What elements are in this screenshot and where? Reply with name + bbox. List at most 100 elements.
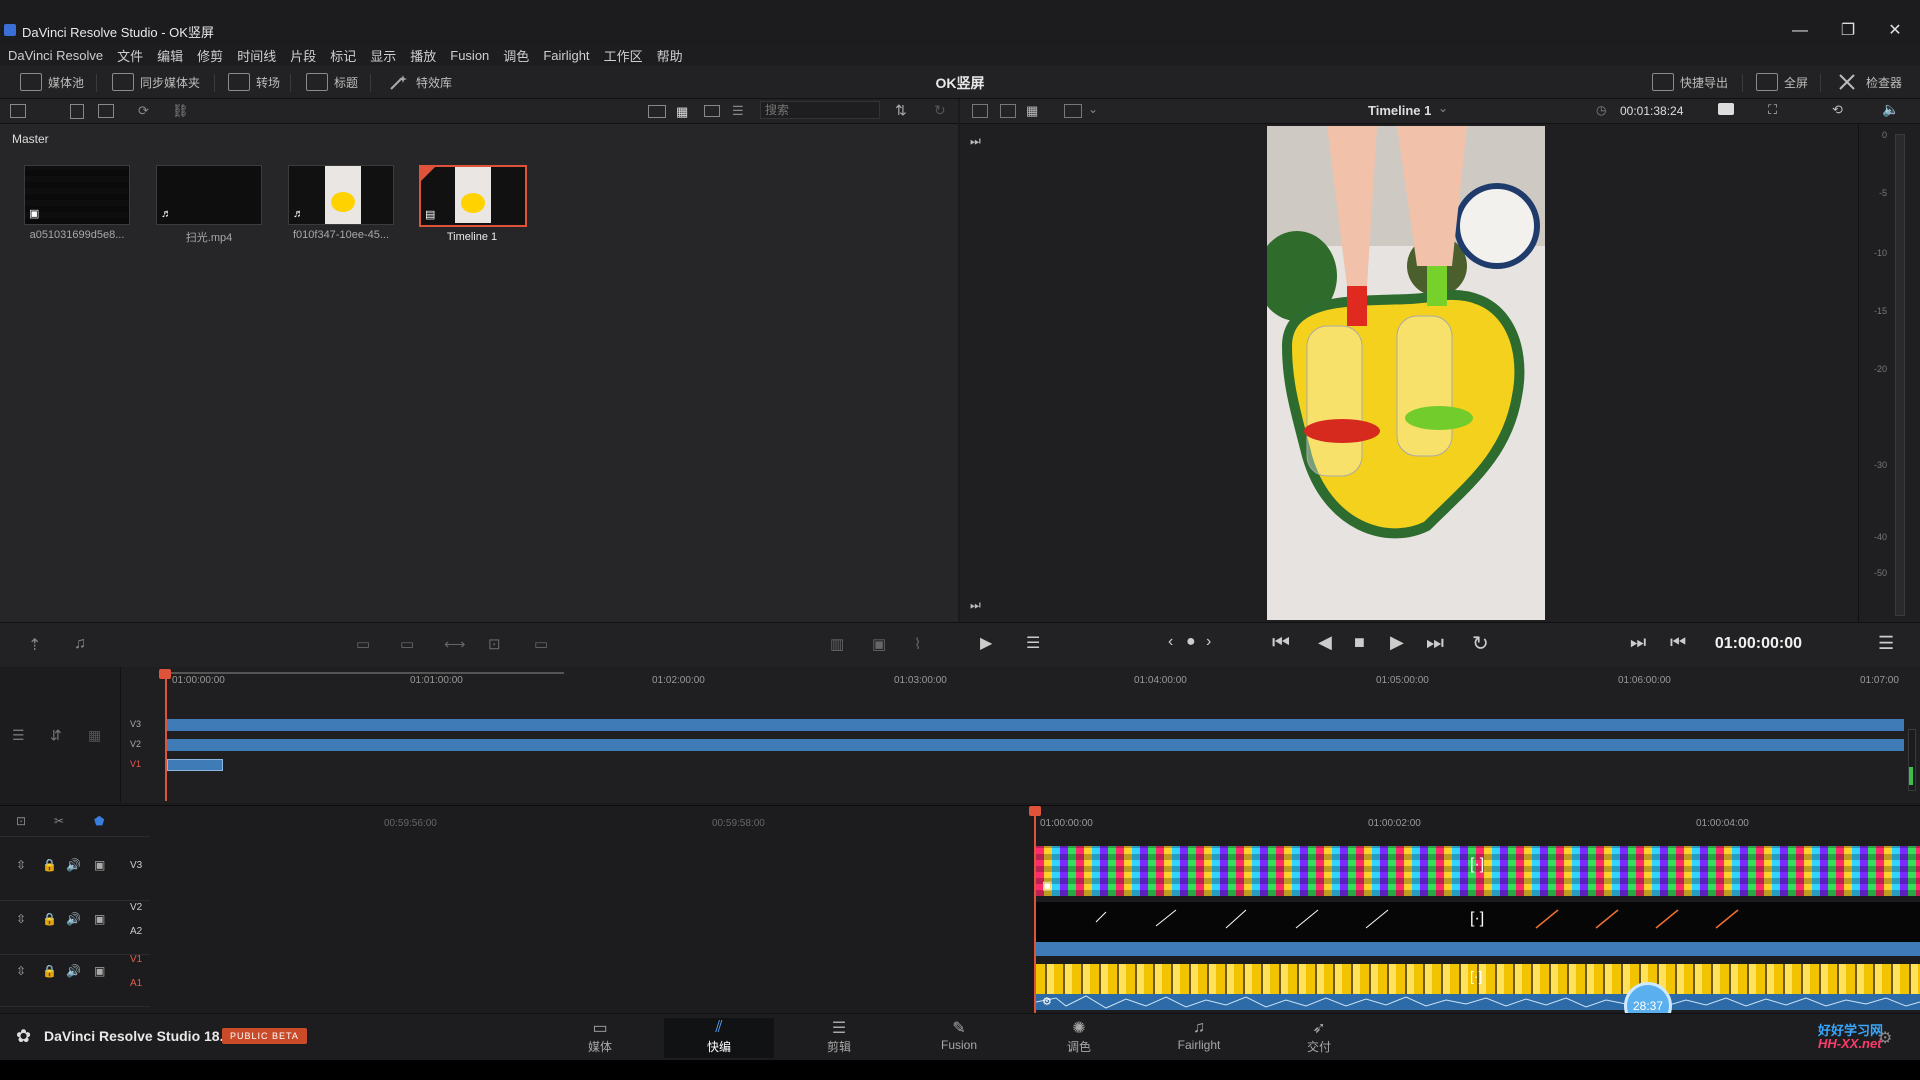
page-tab-fusion[interactable]: ✎ Fusion	[904, 1018, 1014, 1058]
menu-clip[interactable]: 片段	[290, 46, 316, 65]
timeline-clip-v2[interactable]	[167, 739, 1904, 751]
page-tab-cut[interactable]: ⫽ 快编	[664, 1018, 774, 1058]
breadcrumb[interactable]: Master	[12, 132, 49, 146]
smart-insert-icon[interactable]: ⇡	[28, 635, 41, 655]
page-tab-color[interactable]: ✺ 调色	[1024, 1018, 1134, 1058]
safe-area-icon[interactable]	[1064, 104, 1082, 118]
speaker-icon[interactable]: 🔊	[66, 964, 81, 978]
upper-scrollbar-thumb[interactable]	[1909, 767, 1913, 785]
page-tab-edit[interactable]: ☰ 剪辑	[784, 1018, 894, 1058]
trim-icon[interactable]: ▥	[830, 635, 844, 653]
viewer-timeline-name[interactable]: Timeline 1	[1368, 103, 1431, 118]
skip-to-end-icon[interactable]: ⏭	[970, 598, 981, 613]
audio-insert-icon[interactable]: ♫	[74, 635, 86, 653]
next-marker-icon[interactable]: ›	[1206, 633, 1211, 651]
film-icon[interactable]: ▣	[94, 858, 108, 872]
waveform-icon[interactable]: ⌇	[914, 635, 921, 653]
clip-v2-sweep[interactable]: [·]	[1036, 902, 1920, 942]
go-to-end-icon[interactable]: ⏭	[1426, 632, 1444, 655]
transition-marker-icon[interactable]: [·]	[1470, 968, 1482, 984]
media-clip-video[interactable]: ♬ f010f347-10ee-45...	[288, 165, 394, 241]
audio-scrub-icon[interactable]: ⟲	[1832, 102, 1843, 118]
next-clip-icon[interactable]: ⏭	[1630, 632, 1646, 653]
edit-ripple-icon[interactable]: ⟷	[444, 635, 466, 653]
clip-v3-image[interactable]: ▣ [·]	[1036, 846, 1920, 896]
chevron-down-icon[interactable]: ⌄	[1088, 102, 1098, 116]
camera-icon[interactable]	[1718, 103, 1734, 115]
move-track-icon[interactable]: ⇳	[16, 858, 30, 872]
transition-marker-icon[interactable]: [·]	[1470, 910, 1484, 928]
refresh-icon[interactable]: ↻	[934, 102, 946, 119]
zoom-fit-icon[interactable]: ⛶	[1768, 102, 1777, 118]
link-icon[interactable]: ⛓	[172, 103, 189, 119]
fullscreen-button[interactable]: 全屏	[1756, 72, 1808, 92]
menu-mark[interactable]: 标记	[330, 46, 356, 65]
panel-toggle-icon[interactable]	[10, 104, 26, 118]
lock-icon[interactable]: 🔒	[42, 858, 57, 872]
flag-marker-icon[interactable]: ⬟	[94, 814, 104, 828]
timeline-view-icon[interactable]: ▦	[1026, 103, 1038, 119]
edit-overwrite-icon[interactable]: ▭	[534, 635, 548, 653]
move-track-icon[interactable]: ⇳	[16, 964, 30, 978]
lock-icon[interactable]: 🔒	[42, 912, 57, 926]
transition-marker-icon[interactable]: [·]	[1470, 856, 1484, 874]
close-button[interactable]: ✕	[1875, 20, 1915, 42]
lock-icon[interactable]: 🔒	[42, 964, 57, 978]
loop-icon[interactable]: ↻	[1472, 631, 1489, 656]
speaker-icon[interactable]: 🔊	[66, 858, 81, 872]
film-icon[interactable]: ▣	[94, 964, 108, 978]
timeline-clip-v1[interactable]	[167, 759, 223, 771]
edit-insert-icon[interactable]: ▭	[356, 635, 370, 653]
page-tab-media[interactable]: ▭ 媒体	[545, 1018, 655, 1058]
metadata-view-icon[interactable]	[648, 105, 666, 118]
speaker-icon[interactable]: 🔈	[1882, 101, 1899, 118]
marker-dot-icon[interactable]: ●	[1186, 633, 1196, 651]
menu-color[interactable]: 调色	[503, 46, 529, 65]
go-to-start-icon[interactable]: ⏮	[1272, 632, 1290, 655]
speaker-icon[interactable]: 🔊	[66, 912, 81, 926]
media-clip-timeline[interactable]: ▤ Timeline 1	[419, 165, 527, 243]
quick-export-button[interactable]: 快捷导出	[1652, 72, 1728, 92]
track-tool-icon[interactable]: ☰	[12, 727, 25, 744]
edit-append-icon[interactable]: ▭	[400, 635, 414, 653]
source-tape-icon[interactable]	[1000, 104, 1016, 118]
clip-a2-audio[interactable]	[1036, 942, 1920, 956]
film-icon[interactable]: ▣	[94, 912, 108, 926]
page-tab-deliver[interactable]: ➶ 交付	[1264, 1018, 1374, 1058]
blade-icon[interactable]: ✂	[54, 814, 64, 828]
skip-to-end-icon[interactable]: ⏭	[970, 134, 981, 149]
inspector-button[interactable]: 检查器	[1838, 72, 1902, 92]
dynamic-trim-icon[interactable]: ▣	[872, 635, 886, 653]
menu-view[interactable]: 显示	[370, 46, 396, 65]
menu-file[interactable]: 文件	[117, 46, 143, 65]
media-clip-audio[interactable]: ♬ 扫光.mp4	[156, 165, 262, 245]
track-tool-icon[interactable]: ⇵	[50, 727, 62, 744]
playhead-handle[interactable]	[1029, 806, 1041, 816]
list-view-icon[interactable]: ☰	[732, 103, 744, 119]
sort-icon[interactable]: ⇅	[895, 102, 907, 119]
gear-icon[interactable]: ⚙	[1878, 1028, 1892, 1048]
menu-edit[interactable]: 编辑	[157, 46, 183, 65]
timeline-clip-v3[interactable]	[167, 719, 1904, 731]
stop-icon[interactable]: ■	[1354, 632, 1365, 653]
menu-trim[interactable]: 修剪	[197, 46, 223, 65]
clip-a1-audio[interactable]: ⚙	[1036, 994, 1920, 1010]
snap-icon[interactable]: ⊡	[16, 814, 26, 828]
settings-sliders-icon[interactable]: ☰	[1026, 633, 1040, 653]
minimize-button[interactable]: —	[1780, 20, 1820, 42]
prev-clip-icon[interactable]: ⏮	[1670, 632, 1686, 653]
menu-timeline[interactable]: 时间线	[237, 46, 276, 65]
prev-marker-icon[interactable]: ‹	[1168, 633, 1173, 651]
edit-closeup-icon[interactable]: ⊡	[488, 635, 501, 653]
media-clip-image[interactable]: ▣ a051031699d5e8...	[24, 165, 130, 241]
relink-icon[interactable]: ⟳	[138, 103, 149, 119]
restore-button[interactable]: ❐	[1828, 20, 1868, 42]
filmstrip-view-icon[interactable]	[704, 105, 720, 117]
page-tab-fairlight[interactable]: ♫ Fairlight	[1144, 1018, 1254, 1058]
menu-fairlight[interactable]: Fairlight	[543, 48, 589, 63]
chevron-down-icon[interactable]: ⌄	[1438, 101, 1448, 115]
new-bin-icon[interactable]	[70, 104, 84, 119]
playhead-handle[interactable]	[159, 669, 171, 679]
play-reverse-icon[interactable]: ◀	[1318, 632, 1332, 653]
thumbnail-view-icon[interactable]: ▦	[676, 104, 688, 120]
